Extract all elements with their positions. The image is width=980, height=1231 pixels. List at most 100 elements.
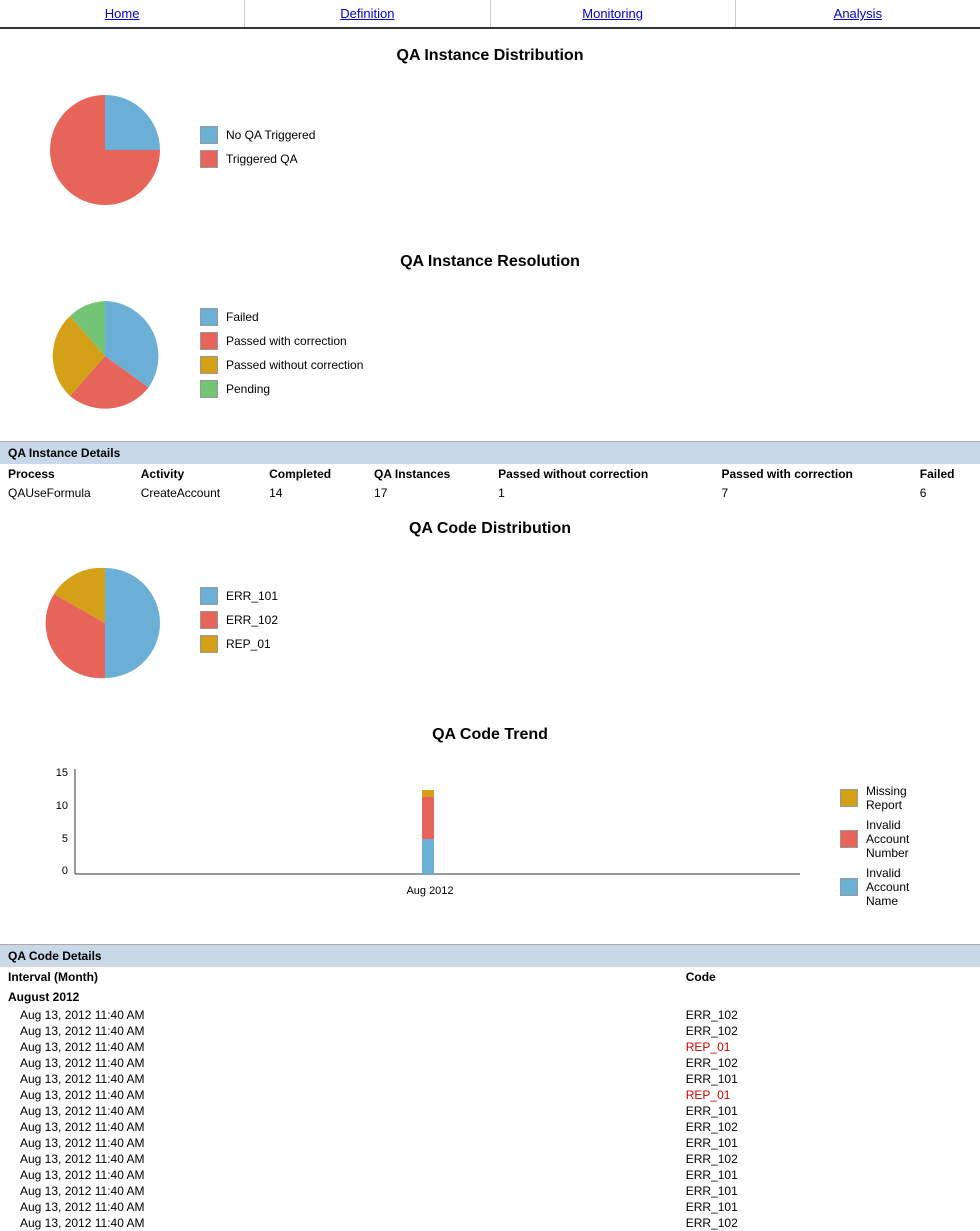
- legend-triggered-qa-label: Triggered QA: [226, 152, 298, 166]
- cell-timestamp: Aug 13, 2012 11:40 AM: [0, 1183, 678, 1199]
- qa-instance-distribution-pie: [40, 85, 170, 215]
- col-activity: Activity: [133, 464, 261, 484]
- qa-code-trend-chart-container: 15 10 5 0 Aug 2012: [0, 754, 980, 944]
- svg-text:Aug 2012: Aug 2012: [406, 885, 453, 897]
- cell-code: ERR_102: [678, 1119, 980, 1135]
- qa-instance-details-header: QA Instance Details: [0, 441, 980, 464]
- cell-qa-instances: 17: [366, 484, 490, 502]
- table-row: Aug 13, 2012 11:40 AMREP_01: [0, 1087, 980, 1103]
- cell-timestamp: Aug 13, 2012 11:40 AM: [0, 1135, 678, 1151]
- qa-code-distribution-chart-area: ERR_101 ERR_102 REP_01: [0, 548, 980, 708]
- table-row: Aug 13, 2012 11:40 AMERR_101: [0, 1183, 980, 1199]
- table-row: Aug 13, 2012 11:40 AMERR_101: [0, 1071, 980, 1087]
- legend-failed-color: [200, 308, 218, 326]
- svg-text:10: 10: [56, 800, 68, 812]
- cell-timestamp: Aug 13, 2012 11:40 AM: [0, 1215, 678, 1231]
- cell-process: QAUseFormula: [0, 484, 133, 502]
- svg-text:15: 15: [56, 767, 68, 779]
- qa-instance-resolution-section: QA Instance Resolution: [0, 235, 980, 441]
- legend-invalid-account-name-label: Invalid Account Name: [866, 866, 940, 908]
- navigation: Home Definition Monitoring Analysis: [0, 0, 980, 29]
- cell-timestamp: Aug 13, 2012 11:40 AM: [0, 1039, 678, 1055]
- legend-missing-report: Missing Report: [840, 784, 940, 812]
- nav-home[interactable]: Home: [0, 0, 245, 27]
- legend-invalid-account-number-label: Invalid Account Number: [866, 818, 940, 860]
- qa-instance-resolution-chart-area: Failed Passed with correction Passed wit…: [0, 281, 980, 441]
- cell-code: ERR_102: [678, 1055, 980, 1071]
- qa-code-trend-legend: Missing Report Invalid Account Number In…: [840, 764, 940, 914]
- legend-triggered-qa-color: [200, 150, 218, 168]
- cell-code: ERR_101: [678, 1183, 980, 1199]
- legend-err102-color: [200, 611, 218, 629]
- table-row: Aug 13, 2012 11:40 AMERR_101: [0, 1135, 980, 1151]
- qa-code-distribution-legend: ERR_101 ERR_102 REP_01: [200, 587, 278, 659]
- svg-text:5: 5: [62, 833, 68, 845]
- legend-invalid-account-number: Invalid Account Number: [840, 818, 940, 860]
- col-code: Code: [678, 967, 980, 987]
- legend-rep01: REP_01: [200, 635, 278, 653]
- cell-timestamp: Aug 13, 2012 11:40 AM: [0, 1023, 678, 1039]
- nav-analysis[interactable]: Analysis: [736, 0, 980, 27]
- group-header-row: August 2012: [0, 987, 980, 1007]
- col-passed-with: Passed with correction: [714, 464, 912, 484]
- cell-code: ERR_101: [678, 1135, 980, 1151]
- legend-missing-report-color: [840, 789, 858, 807]
- cell-code: REP_01: [678, 1087, 980, 1103]
- table-row: Aug 13, 2012 11:40 AMERR_102: [0, 1151, 980, 1167]
- table-row: Aug 13, 2012 11:40 AMERR_102: [0, 1055, 980, 1071]
- legend-rep01-label: REP_01: [226, 637, 271, 651]
- qa-code-details-table: Interval (Month) Code August 2012 Aug 13…: [0, 967, 980, 1231]
- cell-timestamp: Aug 13, 2012 11:40 AM: [0, 1151, 678, 1167]
- legend-no-qa: No QA Triggered: [200, 126, 315, 144]
- qa-code-distribution-title: QA Code Distribution: [0, 502, 980, 548]
- nav-monitoring[interactable]: Monitoring: [491, 0, 736, 27]
- legend-no-qa-color: [200, 126, 218, 144]
- col-process: Process: [0, 464, 133, 484]
- qa-code-trend-section: QA Code Trend 15 10 5 0 Aug 2012: [0, 708, 980, 944]
- table-row: Aug 13, 2012 11:40 AMERR_102: [0, 1007, 980, 1023]
- qa-code-distribution-section: QA Code Distribution ERR_101 ERR_102: [0, 502, 980, 708]
- legend-invalid-account-number-color: [840, 830, 858, 848]
- legend-passed-without-color: [200, 356, 218, 374]
- legend-err102: ERR_102: [200, 611, 278, 629]
- qa-instance-distribution-legend: No QA Triggered Triggered QA: [200, 126, 315, 174]
- legend-err102-label: ERR_102: [226, 613, 278, 627]
- svg-text:0: 0: [62, 865, 68, 877]
- legend-rep01-color: [200, 635, 218, 653]
- table-row: Aug 13, 2012 11:40 AMERR_101: [0, 1103, 980, 1119]
- qa-instance-details-section: QA Instance Details Process Activity Com…: [0, 441, 980, 502]
- legend-pending: Pending: [200, 380, 363, 398]
- legend-err101-label: ERR_101: [226, 589, 278, 603]
- cell-code: ERR_102: [678, 1151, 980, 1167]
- cell-code: ERR_101: [678, 1199, 980, 1215]
- cell-timestamp: Aug 13, 2012 11:40 AM: [0, 1071, 678, 1087]
- cell-completed: 14: [261, 484, 366, 502]
- qa-code-trend-chart: 15 10 5 0 Aug 2012: [40, 764, 800, 907]
- cell-code: REP_01: [678, 1039, 980, 1055]
- cell-code: ERR_102: [678, 1007, 980, 1023]
- legend-failed: Failed: [200, 308, 363, 326]
- col-completed: Completed: [261, 464, 366, 484]
- col-qa-instances: QA Instances: [366, 464, 490, 484]
- qa-instance-distribution-section: QA Instance Distribution No QA Triggered…: [0, 29, 980, 235]
- table-row: Aug 13, 2012 11:40 AMERR_101: [0, 1167, 980, 1183]
- cell-timestamp: Aug 13, 2012 11:40 AM: [0, 1167, 678, 1183]
- cell-passed-without: 1: [490, 484, 713, 502]
- qa-instance-resolution-title: QA Instance Resolution: [0, 235, 980, 281]
- col-failed: Failed: [912, 464, 980, 484]
- legend-invalid-account-name: Invalid Account Name: [840, 866, 940, 908]
- cell-failed: 6: [912, 484, 980, 502]
- qa-code-details-section: QA Code Details Interval (Month) Code Au…: [0, 944, 980, 1231]
- cell-timestamp: Aug 13, 2012 11:40 AM: [0, 1119, 678, 1135]
- qa-code-trend-title: QA Code Trend: [0, 708, 980, 754]
- legend-passed-without: Passed without correction: [200, 356, 363, 374]
- legend-invalid-account-name-color: [840, 878, 858, 896]
- nav-definition[interactable]: Definition: [245, 0, 490, 27]
- legend-err101-color: [200, 587, 218, 605]
- table-row: Aug 13, 2012 11:40 AMREP_01: [0, 1039, 980, 1055]
- group-header-august: August 2012: [0, 987, 980, 1007]
- qa-code-distribution-pie: [40, 558, 170, 688]
- legend-passed-with: Passed with correction: [200, 332, 363, 350]
- cell-code: ERR_102: [678, 1215, 980, 1231]
- cell-code: ERR_101: [678, 1103, 980, 1119]
